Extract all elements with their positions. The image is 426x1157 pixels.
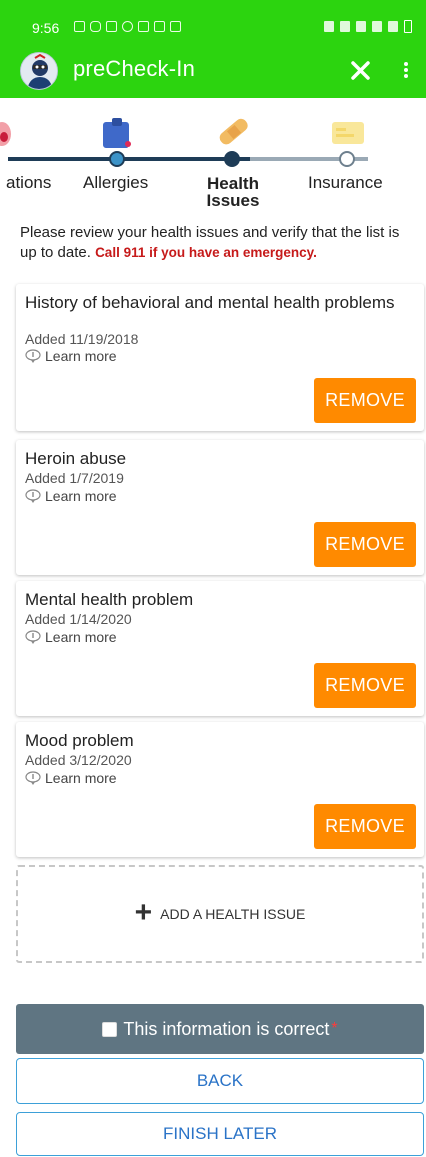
health-issue-card: Mental health problem Added 1/14/2020 Le… bbox=[16, 581, 424, 716]
confirm-checkbox[interactable] bbox=[102, 1021, 118, 1037]
emergency-warning: Call 911 if you have an emergency. bbox=[95, 245, 317, 260]
bandage-icon bbox=[219, 118, 248, 145]
info-bubble-icon bbox=[25, 771, 41, 785]
system-icons bbox=[324, 20, 412, 33]
allergies-icon bbox=[103, 118, 131, 148]
issue-date: Added 11/19/2018 bbox=[25, 331, 139, 347]
medications-icon bbox=[0, 122, 11, 146]
issue-title: Mood problem bbox=[25, 731, 134, 750]
key-icon bbox=[138, 21, 149, 32]
nfc-icon bbox=[324, 21, 334, 32]
notification-icons bbox=[74, 21, 181, 32]
issue-title: Heroin abuse bbox=[25, 449, 127, 468]
info-bubble-icon bbox=[25, 630, 41, 644]
gallery-icon bbox=[170, 21, 181, 32]
stepper-line-complete bbox=[8, 157, 250, 161]
close-icon bbox=[351, 61, 370, 80]
progress-stepper: ations Allergies Health Issues Insurance bbox=[0, 98, 426, 214]
add-health-issue-button[interactable]: + ADD A HEALTH ISSUE bbox=[16, 865, 424, 963]
more-vert-icon bbox=[404, 62, 408, 78]
close-button[interactable] bbox=[346, 50, 376, 90]
issue-date: Added 1/7/2019 bbox=[25, 470, 124, 486]
search-notification-icon bbox=[122, 21, 133, 32]
avatar[interactable] bbox=[20, 52, 58, 90]
learn-more-label: Learn more bbox=[45, 488, 117, 504]
health-issue-card: History of behavioral and mental health … bbox=[16, 284, 424, 431]
learn-more-link[interactable]: Learn more bbox=[25, 488, 117, 504]
intro-text: Please review your health issues and ver… bbox=[20, 223, 420, 263]
remove-button[interactable]: REMOVE bbox=[314, 663, 416, 708]
info-bubble-icon bbox=[25, 489, 41, 503]
signal-icon bbox=[388, 21, 398, 32]
health-issue-card: Mood problem Added 3/12/2020 Learn more … bbox=[16, 722, 424, 857]
back-button[interactable]: BACK bbox=[16, 1058, 424, 1104]
app-bar: preCheck-In bbox=[0, 42, 426, 98]
issue-date: Added 1/14/2020 bbox=[25, 611, 132, 627]
issue-title: History of behavioral and mental health … bbox=[25, 293, 395, 312]
flipboard-icon bbox=[154, 21, 165, 32]
step-label-insurance[interactable]: Insurance bbox=[308, 173, 383, 193]
bluetooth-icon bbox=[340, 21, 350, 32]
message-icon bbox=[74, 21, 85, 32]
battery-icon bbox=[404, 20, 412, 33]
step-dot-allergies[interactable] bbox=[109, 151, 125, 167]
info-bubble-icon bbox=[25, 349, 41, 363]
learn-more-link[interactable]: Learn more bbox=[25, 629, 117, 645]
status-bar: 9:56 bbox=[0, 0, 426, 42]
remove-button[interactable]: REMOVE bbox=[314, 522, 416, 567]
remove-button[interactable]: REMOVE bbox=[314, 804, 416, 849]
learn-more-label: Learn more bbox=[45, 770, 117, 786]
remove-button[interactable]: REMOVE bbox=[314, 378, 416, 423]
insurance-card-icon bbox=[332, 122, 364, 144]
learn-more-link[interactable]: Learn more bbox=[25, 770, 117, 786]
add-health-issue-label: ADD A HEALTH ISSUE bbox=[160, 906, 306, 922]
issue-date: Added 3/12/2020 bbox=[25, 752, 132, 768]
issue-title: Mental health problem bbox=[25, 590, 194, 609]
step-label-health-issues[interactable]: Health Issues bbox=[203, 175, 263, 209]
learn-more-link[interactable]: Learn more bbox=[25, 348, 117, 364]
superhero-avatar-icon bbox=[21, 53, 57, 89]
required-mark: * bbox=[331, 1020, 338, 1037]
step-dot-insurance[interactable] bbox=[339, 151, 355, 167]
plus-icon: + bbox=[134, 895, 153, 929]
confirm-information-bar[interactable]: This information is correct * bbox=[16, 1004, 424, 1054]
mute-icon bbox=[356, 21, 366, 32]
status-time: 9:56 bbox=[32, 20, 60, 36]
instagram-icon bbox=[90, 21, 101, 32]
wifi-icon bbox=[372, 21, 382, 32]
notification-icon bbox=[106, 21, 117, 32]
confirm-label: This information is correct bbox=[123, 1018, 330, 1039]
app-title: preCheck-In bbox=[73, 56, 196, 81]
step-dot-health-issues[interactable] bbox=[224, 151, 240, 167]
learn-more-label: Learn more bbox=[45, 629, 117, 645]
health-issue-card: Heroin abuse Added 1/7/2019 Learn more R… bbox=[16, 440, 424, 575]
step-label-medications[interactable]: ations bbox=[6, 173, 51, 193]
finish-later-button[interactable]: FINISH LATER bbox=[16, 1112, 424, 1156]
more-options-button[interactable] bbox=[396, 50, 416, 90]
learn-more-label: Learn more bbox=[45, 348, 117, 364]
step-label-allergies[interactable]: Allergies bbox=[83, 173, 148, 193]
